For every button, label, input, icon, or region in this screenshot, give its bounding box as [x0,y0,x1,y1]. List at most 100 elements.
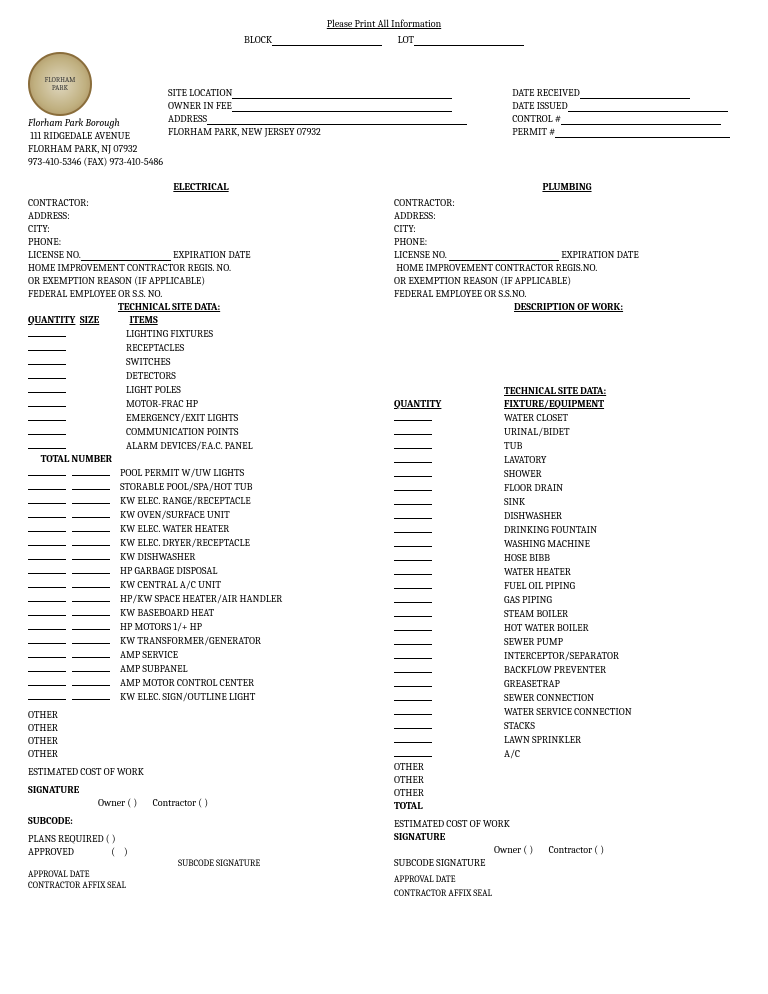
qty-field[interactable] [28,550,66,560]
qty-field[interactable] [28,327,66,337]
address-field[interactable] [207,114,467,125]
size-field[interactable] [72,620,110,630]
qty-field[interactable] [394,411,432,421]
plumb-owner-checkbox[interactable]: Owner ( ) [494,844,533,856]
qty-field[interactable] [28,536,66,546]
qty-field[interactable] [28,606,66,616]
plans-required-checkbox[interactable]: PLANS REQUIRED ( ) [28,833,116,845]
item-label: KW CENTRAL A/C UNIT [120,579,221,591]
date-issued-field[interactable] [568,101,728,112]
size-field[interactable] [72,690,110,700]
qty-field[interactable] [394,439,432,449]
qty-field[interactable] [28,383,66,393]
qty-field[interactable] [394,733,432,743]
qty-field[interactable] [394,635,432,645]
qty-field[interactable] [28,578,66,588]
qty-field[interactable] [394,649,432,659]
size-field[interactable] [72,480,110,490]
item-label: POOL PERMIT W/UW LIGHTS [120,467,244,479]
elec-contractor-checkbox[interactable]: Contractor ( ) [153,797,208,809]
item-label: GAS PIPING [504,594,552,606]
qty-field[interactable] [394,705,432,715]
size-field[interactable] [72,592,110,602]
size-field[interactable] [72,634,110,644]
plumbing-section: PLUMBING CONTRACTOR: ADDRESS: CITY: PHON… [394,175,740,900]
size-field[interactable] [72,578,110,588]
qty-field[interactable] [394,467,432,477]
qty-field[interactable] [28,676,66,686]
qty-field[interactable] [28,369,66,379]
qty-field[interactable] [394,621,432,631]
qty-field[interactable] [394,551,432,561]
elec-owner-checkbox[interactable]: Owner ( ) [98,797,137,809]
qty-field[interactable] [28,355,66,365]
qty-field[interactable] [394,663,432,673]
item-label: WATER SERVICE CONNECTION [504,706,632,718]
item-label: WATER CLOSET [504,412,568,424]
size-field[interactable] [72,466,110,476]
qty-field[interactable] [394,453,432,463]
owner-in-fee-field[interactable] [232,101,452,112]
qty-field[interactable] [394,691,432,701]
qty-field[interactable] [394,565,432,575]
size-field[interactable] [72,494,110,504]
qty-field[interactable] [394,677,432,687]
qty-field[interactable] [28,494,66,504]
elec-license-field[interactable] [81,250,171,261]
qty-field[interactable] [28,564,66,574]
size-field[interactable] [72,550,110,560]
qty-field[interactable] [28,411,66,421]
qty-field[interactable] [394,719,432,729]
qty-field[interactable] [28,662,66,672]
qty-field[interactable] [28,522,66,532]
item-label: A/C [504,748,520,760]
qty-field[interactable] [28,648,66,658]
qty-field[interactable] [394,481,432,491]
item-label: LIGHT POLES [126,384,181,396]
size-field[interactable] [72,508,110,518]
item-label: GREASETRAP [504,678,560,690]
plumb-license-field[interactable] [449,250,559,261]
qty-field[interactable] [28,439,66,449]
qty-field[interactable] [394,425,432,435]
item-label: HOSE BIBB [504,552,550,564]
size-field[interactable] [72,676,110,686]
date-received-field[interactable] [580,88,690,99]
size-field[interactable] [72,522,110,532]
qty-field[interactable] [28,592,66,602]
qty-field[interactable] [394,579,432,589]
qty-field[interactable] [394,747,432,757]
qty-field[interactable] [28,508,66,518]
site-location-field[interactable] [232,88,452,99]
qty-field[interactable] [28,397,66,407]
qty-field[interactable] [28,341,66,351]
plumbing-title: PLUMBING [394,181,740,193]
item-label: SHOWER [504,468,542,480]
size-field[interactable] [72,662,110,672]
control-field[interactable] [561,114,721,125]
qty-field[interactable] [394,523,432,533]
size-field[interactable] [72,606,110,616]
qty-field[interactable] [28,634,66,644]
item-label: KW BASEBOARD HEAT [120,607,214,619]
permit-field[interactable] [555,127,730,138]
item-label: MOTOR-FRAC HP [126,398,198,410]
qty-field[interactable] [28,466,66,476]
item-label: AMP MOTOR CONTROL CENTER [120,677,254,689]
size-field[interactable] [72,536,110,546]
qty-field[interactable] [394,537,432,547]
qty-field[interactable] [394,607,432,617]
plumb-contractor-checkbox[interactable]: Contractor ( ) [549,844,604,856]
size-field[interactable] [72,648,110,658]
lot-field[interactable] [414,35,524,46]
qty-field[interactable] [28,690,66,700]
qty-field[interactable] [394,495,432,505]
qty-field[interactable] [28,425,66,435]
item-label: STORABLE POOL/SPA/HOT TUB [120,481,252,493]
qty-field[interactable] [28,480,66,490]
size-field[interactable] [72,564,110,574]
qty-field[interactable] [394,593,432,603]
qty-field[interactable] [28,620,66,630]
qty-field[interactable] [394,509,432,519]
block-field[interactable] [272,35,382,46]
